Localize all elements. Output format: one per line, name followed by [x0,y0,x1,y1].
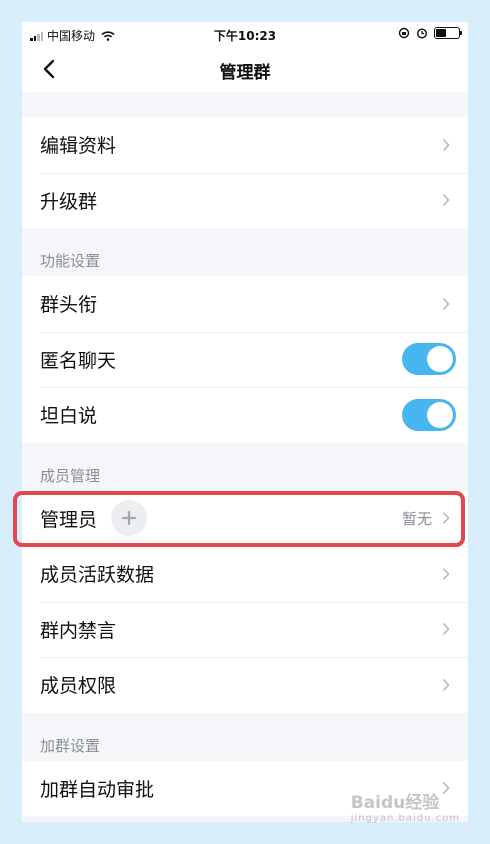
upgrade-group-label: 升级群 [40,190,98,213]
watermark-sub: jingyan.baidu.com [350,813,460,824]
watermark-brand: Baidu经验 [350,793,440,813]
admin-row[interactable]: 管理员 暂无 [22,490,468,546]
status-right [398,27,462,39]
status-bar: 中国移动 下午10:23 [22,22,468,46]
rotation-lock-icon [398,27,410,39]
member-permissions-row[interactable]: 成员权限 [22,657,468,713]
top-spacer [22,92,468,117]
chevron-right-icon [442,567,450,580]
basic-group: 编辑资料 升级群 [22,117,468,228]
confession-label: 坦白说 [40,405,98,428]
chevron-right-icon [442,623,450,636]
mute-label: 群内禁言 [40,619,117,642]
upgrade-group-row[interactable]: 升级群 [22,172,468,228]
group-title-row[interactable]: 群头衔 [22,276,468,332]
member-activity-row[interactable]: 成员活跃数据 [22,546,468,602]
phone-screen: 中国移动 下午10:23 管理群 编辑资料 升级群 功能设置 群头衔 匿名聊天 … [22,22,468,822]
member-management-group: 管理员 暂无 成员活跃数据 群内禁言 成员权限 [22,490,468,713]
confession-toggle[interactable] [402,398,456,431]
chevron-right-icon [442,194,450,207]
anonymous-chat-toggle[interactable] [402,343,456,376]
toggle-knob [427,401,453,428]
page-title: 管理群 [219,63,271,83]
anonymous-chat-label: 匿名聊天 [40,349,117,372]
plus-icon [122,511,137,526]
chevron-right-icon [442,297,450,310]
chevron-right-icon [442,678,450,691]
admin-value: 暂无 [401,509,432,528]
function-settings-group: 群头衔 匿名聊天 坦白说 [22,276,468,443]
member-activity-label: 成员活跃数据 [40,564,155,587]
mute-row[interactable]: 群内禁言 [22,601,468,657]
edit-profile-label: 编辑资料 [40,135,117,158]
nav-bar: 管理群 [22,46,468,92]
confession-row: 坦白说 [22,387,468,443]
battery-icon [434,27,462,39]
group-title-label: 群头衔 [40,294,98,317]
function-settings-header: 功能设置 [40,252,101,270]
add-admin-button[interactable] [111,500,148,537]
chevron-right-icon [442,512,450,525]
toggle-knob [427,346,453,373]
baidu-watermark: Baidu经验 jingyan.baidu.com [351,788,460,824]
anonymous-chat-row: 匿名聊天 [22,331,468,387]
member-management-header: 成员管理 [40,466,101,485]
edit-profile-row[interactable]: 编辑资料 [22,117,468,173]
chevron-right-icon [442,138,450,151]
auto-approve-label: 加群自动审批 [40,778,155,801]
join-settings-header: 加群设置 [40,736,101,755]
member-permissions-label: 成员权限 [40,675,117,698]
alarm-icon [416,28,428,39]
admin-label: 管理员 [40,508,98,531]
